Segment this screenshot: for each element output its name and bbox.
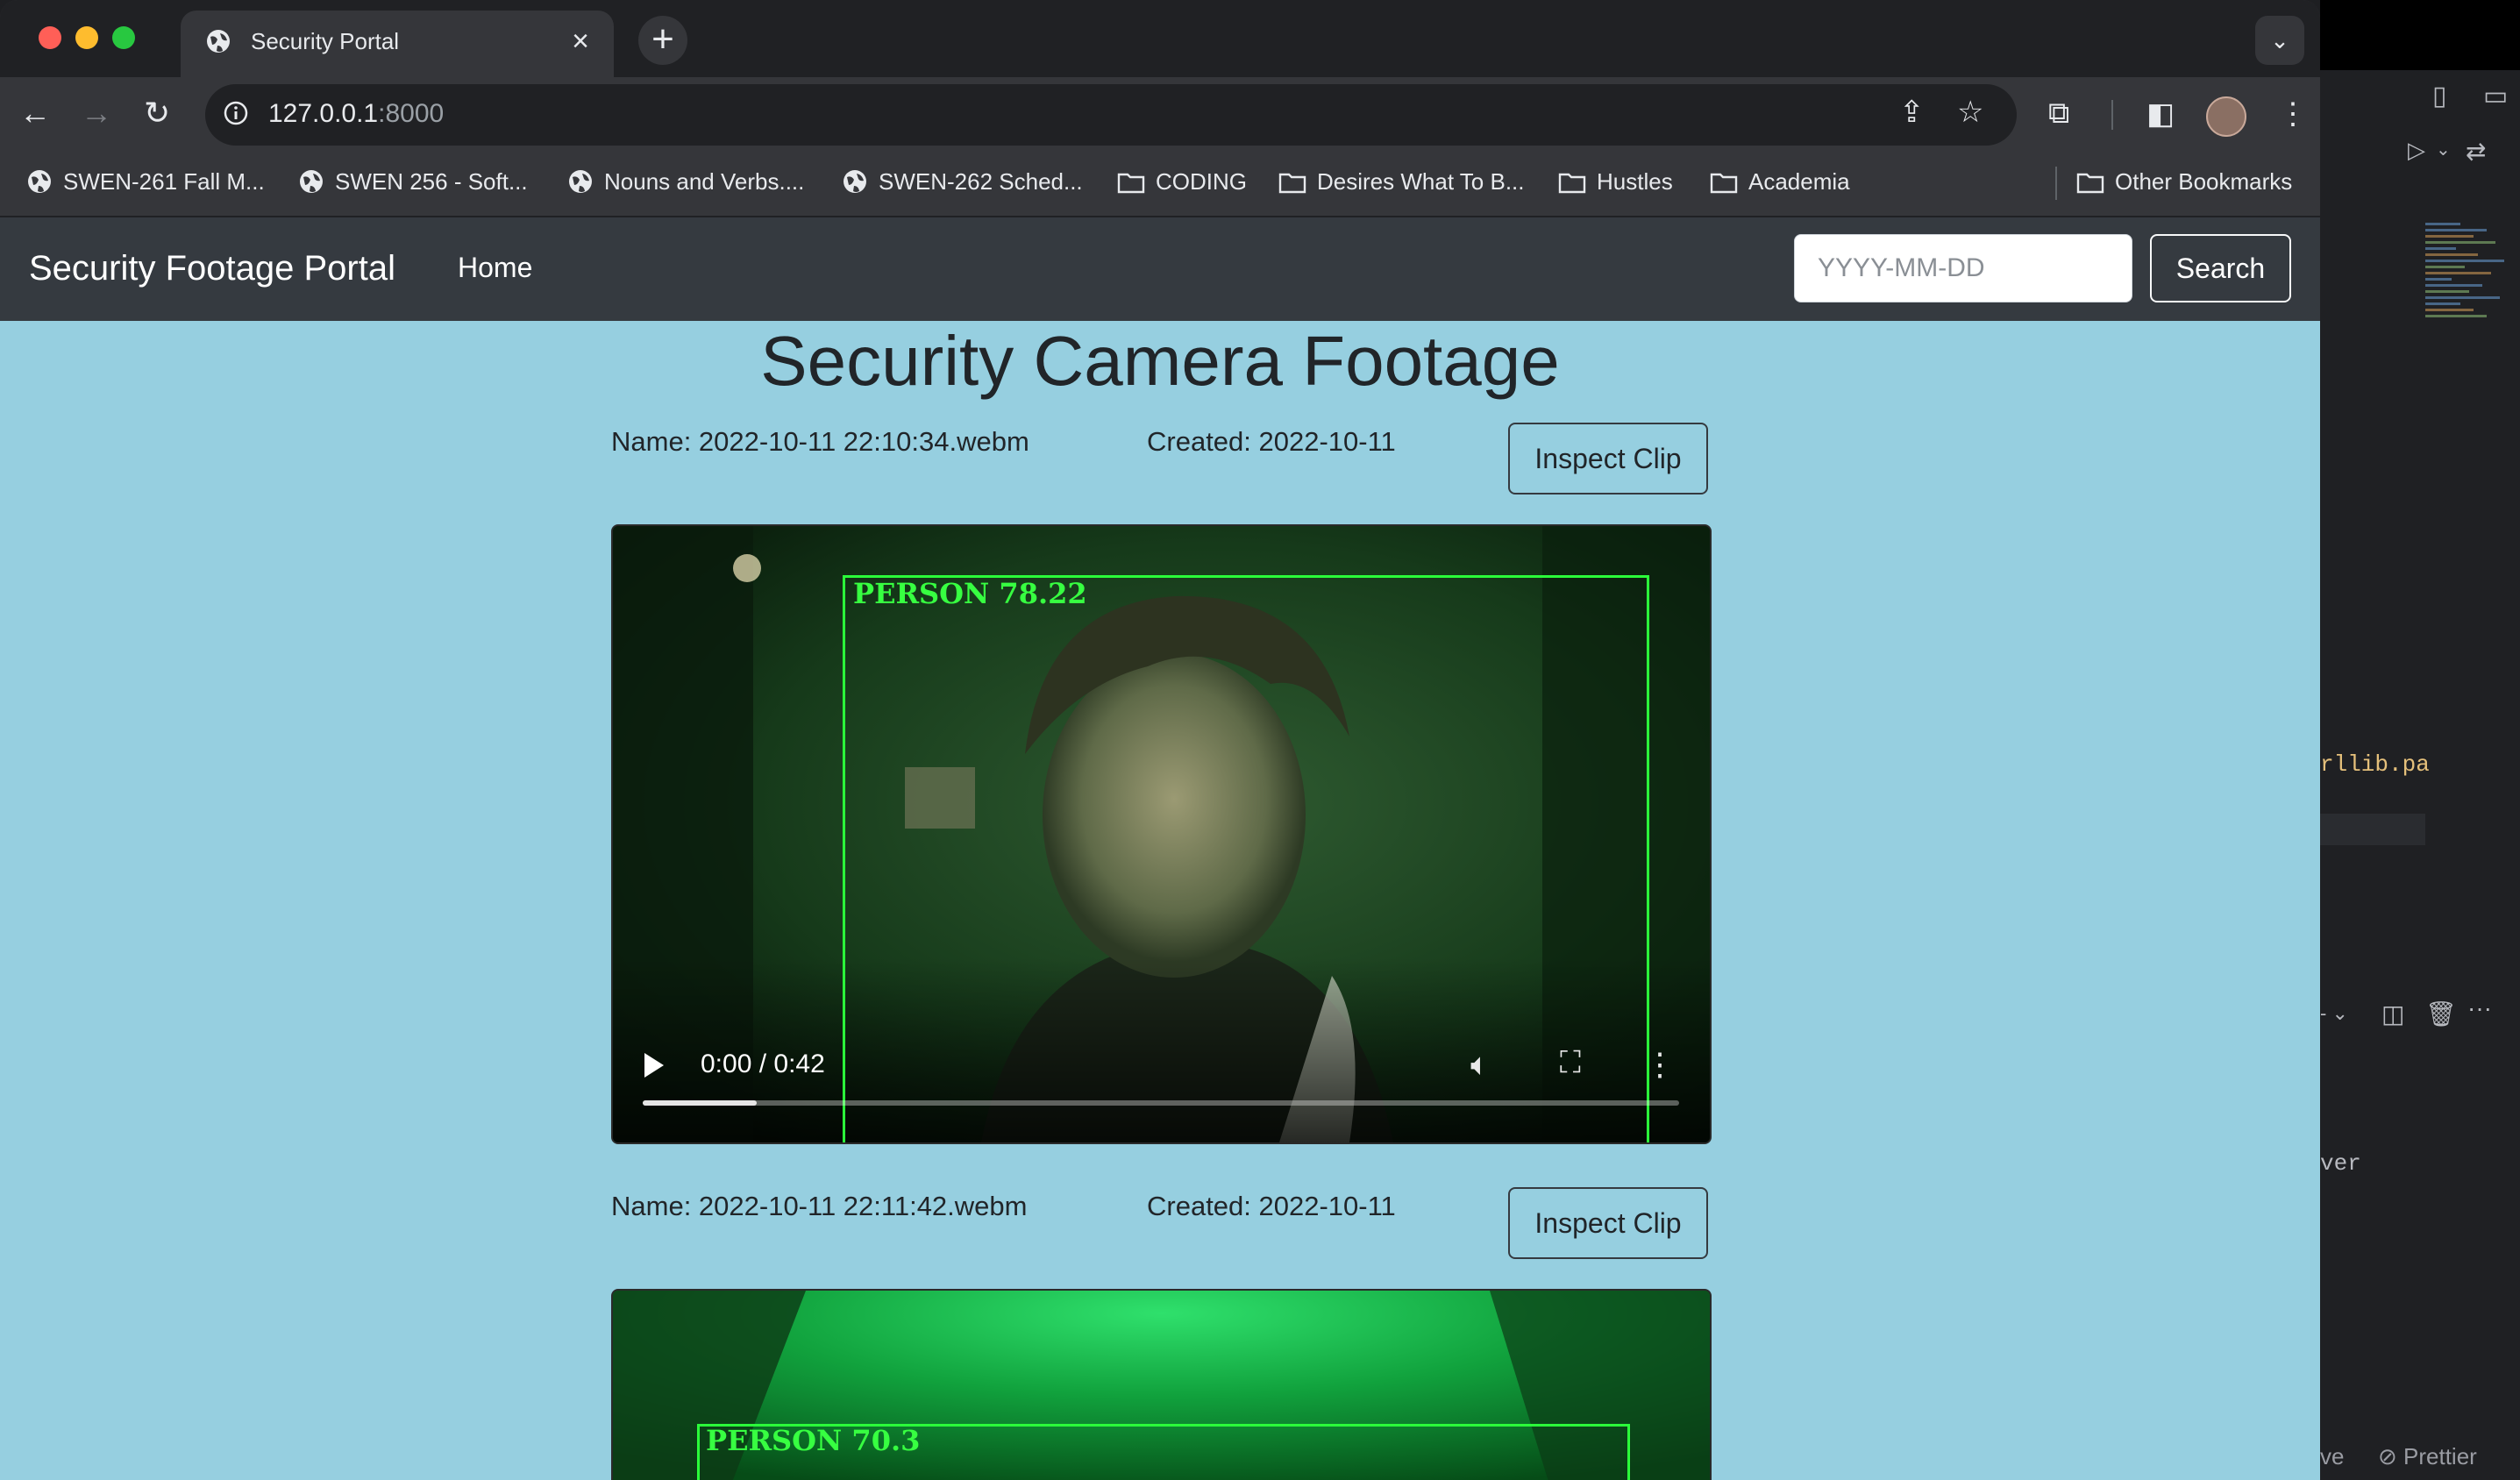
trash-icon[interactable]: 🗑 bbox=[2425, 1000, 2457, 1028]
video-controls: 0:00 / 0:42 🔈︎ ⛶ ⋮ bbox=[613, 1028, 1710, 1142]
new-tab-button[interactable]: + bbox=[638, 16, 687, 65]
detection-label: PERSON 78.22 bbox=[853, 577, 1087, 610]
close-tab-icon[interactable]: × bbox=[572, 25, 589, 59]
minimize-window-button[interactable] bbox=[75, 26, 98, 49]
bookmark-star-icon[interactable]: ☆ bbox=[1957, 95, 1983, 130]
bookmark-folder[interactable]: CODING bbox=[1117, 168, 1247, 196]
globe-icon bbox=[28, 170, 51, 193]
side-panel-icon[interactable]: ◧ bbox=[2146, 96, 2175, 132]
more-options-icon[interactable]: ⋮ bbox=[1644, 1046, 1676, 1083]
address-bar[interactable]: 127.0.0.1:8000 ⇪ ☆ bbox=[205, 84, 2017, 146]
globe-icon bbox=[844, 170, 866, 193]
clip-created-date: Created: 2022-10-11 bbox=[1147, 1191, 1396, 1221]
video-player[interactable]: PERSON 78.22 0:00 / 0:42 🔈︎ ⛶ ⋮ bbox=[611, 524, 1712, 1144]
close-window-button[interactable] bbox=[39, 26, 61, 49]
navbar-brand[interactable]: Security Footage Portal bbox=[29, 249, 395, 288]
nav-link-home[interactable]: Home bbox=[458, 252, 532, 284]
other-bookmarks-folder[interactable]: Other Bookmarks bbox=[2076, 168, 2292, 196]
split-terminal-icon[interactable]: ◫ bbox=[2381, 1000, 2404, 1028]
volume-icon[interactable]: 🔈︎ bbox=[1470, 1046, 1490, 1084]
bookmarks-divider bbox=[2055, 167, 2057, 200]
code-editor-window: ▯ ▭ ▷ ⌄ ⇄ rllib.pa - ⌄ ◫ 🗑 ··· ver ve ⊘ … bbox=[2320, 0, 2520, 1480]
site-info-icon[interactable] bbox=[223, 100, 249, 126]
clip-name: Name: 2022-10-11 22:11:42.webm bbox=[611, 1191, 1028, 1221]
terminal-dropdown-icon[interactable]: - ⌄ bbox=[2320, 1002, 2348, 1025]
tab-search-button[interactable]: ⌄ bbox=[2255, 16, 2304, 65]
video-player[interactable]: PERSON 70.3 bbox=[611, 1289, 1712, 1480]
browser-toolbar: ← → ↻ 127.0.0.1:8000 ⇪ ☆ ⧉ ◧ ⋮ bbox=[0, 77, 2320, 153]
inspect-clip-button[interactable]: Inspect Clip bbox=[1508, 423, 1708, 495]
folder-icon bbox=[2076, 173, 2104, 194]
more-icon[interactable]: ··· bbox=[2467, 994, 2492, 1022]
bookmark-item[interactable]: SWEN-262 Sched... bbox=[842, 168, 1083, 196]
url-text: 127.0.0.1:8000 bbox=[268, 99, 445, 128]
page-title: Security Camera Footage bbox=[760, 322, 1560, 400]
globe-icon bbox=[300, 170, 323, 193]
globe-icon bbox=[569, 170, 592, 193]
bookmark-item[interactable]: Nouns and Verbs.... bbox=[567, 168, 804, 196]
video-timestamp: 0:00 / 0:42 bbox=[701, 1050, 825, 1078]
clip-created-date: Created: 2022-10-11 bbox=[1147, 426, 1396, 457]
compare-icon[interactable]: ⇄ bbox=[2466, 137, 2486, 166]
detection-label: PERSON 70.3 bbox=[706, 1424, 921, 1457]
bookmark-folder[interactable]: Hustles bbox=[1558, 168, 1673, 196]
sidebar-toggle-icon[interactable]: ▯ bbox=[2432, 81, 2447, 111]
web-page: Security Footage Portal Home Search Secu… bbox=[0, 217, 2320, 1480]
folder-icon bbox=[1710, 173, 1738, 194]
share-icon[interactable]: ⇪ bbox=[1899, 95, 1925, 130]
browser-menu-icon[interactable]: ⋮ bbox=[2278, 96, 2308, 132]
fullscreen-icon[interactable]: ⛶ bbox=[1560, 1046, 1581, 1080]
extensions-icon[interactable]: ⧉ bbox=[2048, 96, 2069, 131]
browser-window: Security Portal × + ⌄ ← → ↻ 127.0.0.1:80… bbox=[0, 0, 2320, 1480]
bookmark-item[interactable]: SWEN-261 Fall M... bbox=[26, 168, 265, 196]
inspect-clip-button[interactable]: Inspect Clip bbox=[1508, 1187, 1708, 1259]
forward-icon[interactable]: → bbox=[81, 95, 112, 132]
profile-avatar[interactable] bbox=[2206, 96, 2246, 137]
panel-toggle-icon[interactable]: ▭ bbox=[2483, 81, 2508, 111]
back-icon[interactable]: ← bbox=[19, 95, 51, 132]
minimap bbox=[2425, 219, 2513, 438]
play-icon[interactable] bbox=[644, 1053, 664, 1078]
code-fragment: rllib.pa bbox=[2320, 751, 2430, 778]
maximize-window-button[interactable] bbox=[112, 26, 135, 49]
progress-fill bbox=[643, 1100, 758, 1106]
folder-icon bbox=[1278, 173, 1306, 194]
run-icon[interactable]: ▷ bbox=[2408, 137, 2425, 164]
folder-icon bbox=[1558, 173, 1586, 194]
site-navbar: Security Footage Portal Home Search bbox=[0, 217, 2320, 321]
status-item[interactable]: ve bbox=[2320, 1443, 2344, 1470]
bookmark-folder[interactable]: Desires What To B... bbox=[1278, 168, 1525, 196]
bookmark-folder[interactable]: Academia bbox=[1710, 168, 1850, 196]
terminal-output: ver bbox=[2320, 1150, 2361, 1177]
bookmark-item[interactable]: SWEN 256 - Soft... bbox=[298, 168, 528, 196]
tab-bar: Security Portal × + ⌄ bbox=[0, 0, 2320, 77]
tab-title: Security Portal bbox=[251, 28, 400, 54]
date-search-input[interactable] bbox=[1794, 234, 2132, 302]
browser-tab[interactable]: Security Portal × bbox=[181, 11, 614, 77]
reload-icon[interactable]: ↻ bbox=[144, 95, 170, 132]
search-button[interactable]: Search bbox=[2150, 234, 2291, 302]
chevron-down-icon[interactable]: ⌄ bbox=[2436, 139, 2451, 160]
clip-name: Name: 2022-10-11 22:10:34.webm bbox=[611, 426, 1029, 457]
video-progress-bar[interactable] bbox=[643, 1100, 1679, 1106]
globe-icon bbox=[207, 30, 230, 53]
bookmarks-bar: SWEN-261 Fall M... SWEN 256 - Soft... No… bbox=[0, 153, 2320, 217]
folder-icon bbox=[1117, 173, 1145, 194]
prettier-status[interactable]: ⊘ Prettier bbox=[2378, 1443, 2477, 1470]
